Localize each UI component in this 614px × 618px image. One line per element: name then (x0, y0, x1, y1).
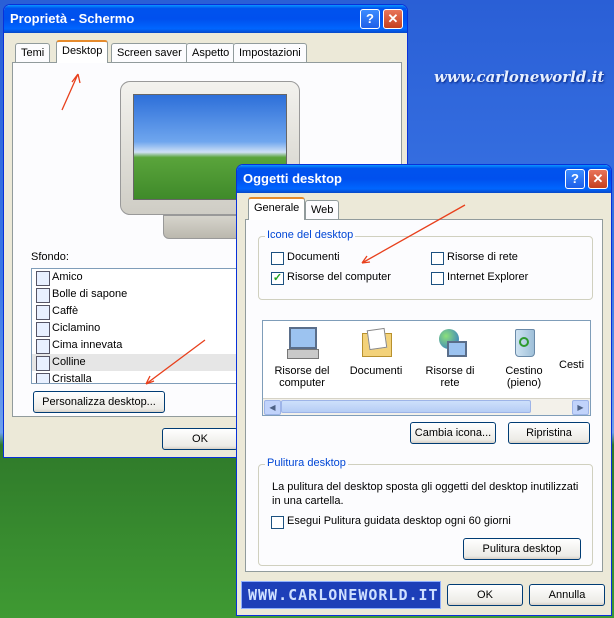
tab-web[interactable]: Web (305, 200, 340, 220)
tab-impostazioni[interactable]: Impostazioni (233, 43, 307, 63)
network-icon (433, 327, 467, 359)
list-item-label: Bolle di sapone (52, 288, 128, 300)
my-computer-checkbox[interactable]: ✓ (271, 272, 284, 285)
cleanup-description: La pulitura del desktop sposta gli ogget… (272, 481, 579, 507)
desktop-icons-group: Icone del desktop (258, 229, 593, 300)
icon-label: Risorse di rete (425, 365, 475, 389)
icon-label: Documenti (349, 365, 403, 377)
desktop-items-dialog: Oggetti desktop ? ✕ Generale Web Icone d… (236, 164, 612, 616)
title-bar: Oggetti desktop ? ✕ (237, 165, 611, 193)
image-file-icon (36, 322, 50, 337)
list-item-label: Cristalla (52, 373, 92, 384)
background-list[interactable]: Amico Bolle di sapone Caffè Ciclamino Ci… (31, 268, 249, 384)
tab-screen-saver[interactable]: Screen saver (111, 43, 188, 63)
list-item-selected[interactable]: Colline (32, 354, 248, 371)
watermark-banner: WWW.CARLONEWORLD.IT (241, 581, 441, 609)
icon-item-recycle-bin-full[interactable]: Cestino (pieno) (489, 327, 559, 389)
icon-label: Risorse del computer (274, 365, 330, 389)
horizontal-scrollbar[interactable]: ◀ ▶ (263, 398, 590, 415)
scroll-right-button[interactable]: ▶ (572, 400, 589, 415)
cleanup-schedule-checkbox[interactable] (271, 516, 284, 529)
restore-button[interactable]: Ripristina (508, 422, 590, 444)
icon-item-network[interactable]: Risorse di rete (415, 327, 485, 389)
computer-icon (285, 327, 319, 359)
list-item[interactable]: Ciclamino (32, 320, 248, 337)
desktop-icon-list[interactable]: Risorse del computer Documenti Risorse d… (262, 320, 591, 416)
image-file-icon (36, 339, 50, 354)
list-item-label: Ciclamino (52, 322, 101, 334)
tab-temi[interactable]: Temi (15, 43, 51, 63)
list-item[interactable]: Caffè (32, 303, 248, 320)
list-item-label: Amico (52, 271, 83, 283)
help-button[interactable]: ? (360, 9, 380, 29)
ok-button[interactable]: OK (447, 584, 523, 606)
ok-button[interactable]: OK (162, 428, 238, 450)
tab-generale[interactable]: Generale (248, 197, 306, 220)
window-title: Proprietà - Schermo (10, 11, 135, 26)
icon-item-my-computer[interactable]: Risorse del computer (267, 327, 337, 389)
watermark-text: www.carloneworld.it (434, 68, 605, 86)
documents-checkbox[interactable] (271, 252, 284, 265)
cancel-button[interactable]: Annulla (529, 584, 605, 606)
image-file-icon (36, 271, 50, 286)
checkbox-label: Documenti (287, 251, 340, 263)
title-bar: Proprietà - Schermo ? ✕ (4, 5, 407, 33)
list-item[interactable]: Cristalla (32, 371, 248, 384)
tab-aspetto[interactable]: Aspetto (186, 43, 236, 63)
list-item-label: Caffè (52, 305, 79, 317)
network-places-checkbox[interactable] (431, 252, 444, 265)
icon-label: Cestino (pieno) (505, 365, 543, 389)
checkbox-label: Internet Explorer (447, 271, 529, 283)
cleanup-desktop-button[interactable]: Pulitura desktop (463, 538, 581, 560)
image-file-icon (36, 356, 50, 371)
image-file-icon (36, 288, 50, 303)
icon-item-documents[interactable]: Documenti (341, 327, 411, 377)
list-item[interactable]: Cima innevata (32, 337, 248, 354)
checkbox-label: Risorse del computer (287, 271, 391, 283)
recycle-bin-icon (559, 327, 590, 359)
recycle-bin-full-icon (507, 327, 541, 359)
close-button[interactable]: ✕ (588, 169, 608, 189)
background-label: Sfondo: (31, 251, 69, 263)
help-button[interactable]: ? (565, 169, 585, 189)
change-icon-button[interactable]: Cambia icona... (410, 422, 496, 444)
icon-item-recycle-bin[interactable]: Cesti (559, 327, 590, 371)
list-item-label: Cima innevata (52, 339, 123, 351)
scroll-left-button[interactable]: ◀ (264, 400, 281, 415)
list-item[interactable]: Amico (32, 269, 248, 286)
scroll-thumb[interactable] (281, 400, 531, 413)
list-item[interactable]: Bolle di sapone (32, 286, 248, 303)
internet-explorer-checkbox[interactable] (431, 272, 444, 285)
documents-folder-icon (359, 327, 393, 359)
tab-desktop[interactable]: Desktop (56, 40, 109, 63)
close-button[interactable]: ✕ (383, 9, 403, 29)
icon-label: Cesti (559, 359, 585, 371)
checkbox-label: Risorse di rete (447, 251, 518, 263)
general-tab-panel: Icone del desktop Documenti Risorse di r… (245, 219, 603, 572)
group-label: Icone del desktop (265, 229, 356, 241)
watermark-text: WWW.CARLONEWORLD.IT (248, 586, 439, 604)
list-item-label: Colline (52, 356, 86, 368)
customize-desktop-button[interactable]: Personalizza desktop... (33, 391, 165, 413)
image-file-icon (36, 373, 50, 383)
group-label: Pulitura desktop (265, 457, 348, 469)
image-file-icon (36, 305, 50, 320)
checkbox-label: Esegui Pulitura guidata desktop ogni 60 … (287, 515, 511, 527)
dialog-title: Oggetti desktop (243, 171, 342, 186)
